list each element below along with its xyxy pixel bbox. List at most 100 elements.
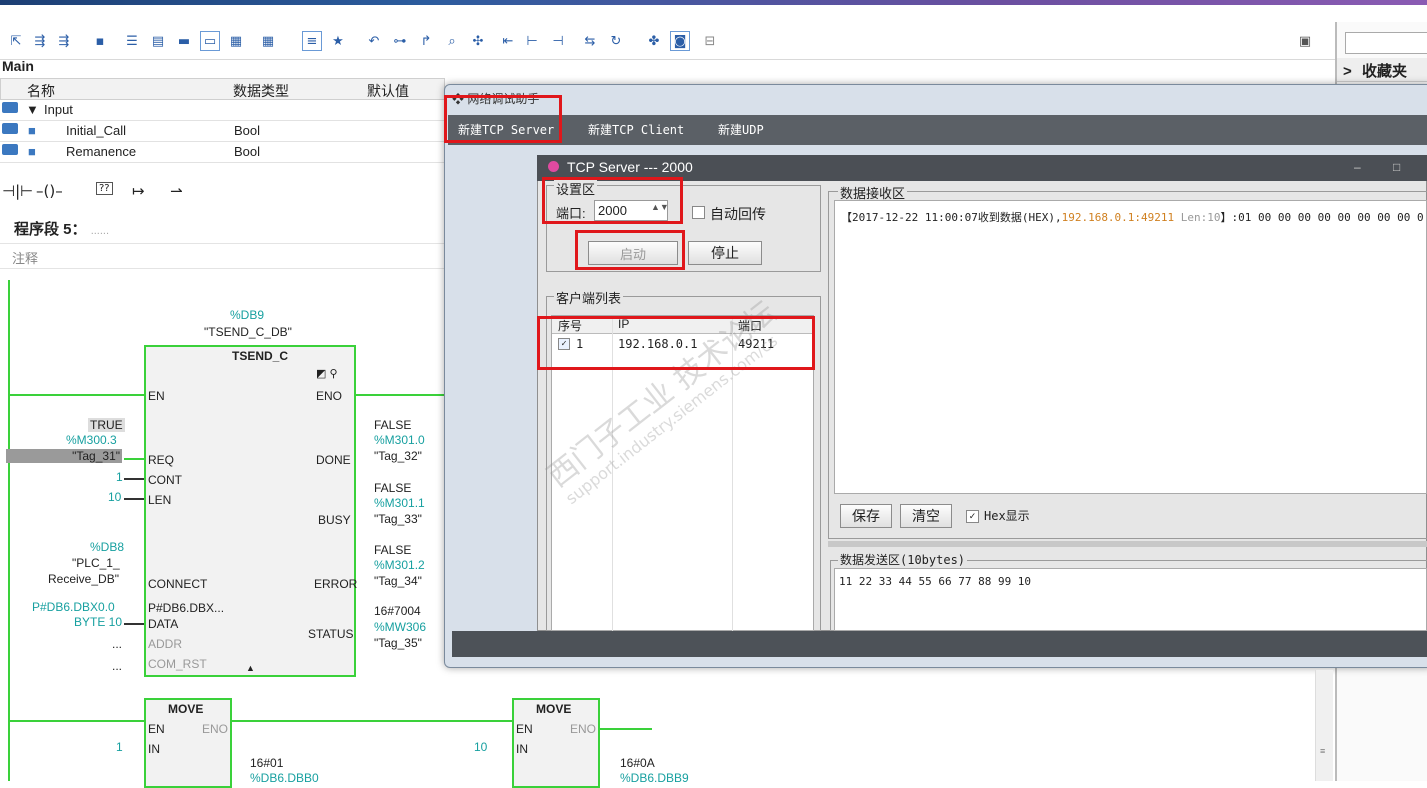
- receive-textarea[interactable]: 【2017-12-22 11:00:07收到数据(HEX),192.168.0.…: [834, 200, 1427, 494]
- auto-reply-label: 自动回传: [710, 206, 766, 222]
- clients-label: 客户端列表: [554, 288, 624, 307]
- open-branch-icon[interactable]: ↦: [132, 182, 145, 200]
- save-button[interactable]: 保存: [840, 504, 892, 528]
- move-out-value: 16#0A: [620, 756, 655, 770]
- comrst-value: ...: [112, 659, 123, 673]
- table-icon[interactable]: ▬: [174, 31, 194, 51]
- list-icon[interactable]: ☰: [122, 31, 142, 51]
- expand-icon[interactable]: ▼: [26, 102, 39, 117]
- pin-cont: CONT: [148, 473, 182, 487]
- pin-data: DATA: [148, 617, 179, 631]
- move-out-address: %DB6.DBB0: [250, 771, 319, 785]
- recv-ip: 192.168.0.1:49211: [1061, 211, 1175, 224]
- pin-icon[interactable]: ▪: [90, 31, 110, 51]
- editor-scrollbar[interactable]: ≡: [1315, 670, 1333, 781]
- move-icon[interactable]: ⇤: [498, 31, 518, 51]
- tcp-title: TCP Server --- 2000: [567, 159, 693, 175]
- network-comment[interactable]: 注释: [0, 243, 445, 269]
- highlight-client-row: [537, 316, 815, 370]
- pin-addr: ADDR: [148, 637, 183, 651]
- panel-toggle-icon[interactable]: ▣: [1295, 31, 1315, 51]
- coil-icon[interactable]: –()–: [36, 182, 63, 200]
- pin-in: IN: [516, 742, 528, 756]
- table-row[interactable]: ■ Remanence Bool: [0, 142, 445, 163]
- pin-eno: ENO: [316, 389, 343, 403]
- outdent-icon[interactable]: ⇶: [54, 31, 74, 51]
- pin-com-rst: COM_RST: [148, 657, 207, 671]
- goto-icon[interactable]: ↱: [416, 31, 436, 51]
- add-icon[interactable]: ⇱: [6, 31, 26, 51]
- expand-block-icon[interactable]: ▲: [246, 663, 255, 673]
- req-address: %M300.3: [66, 433, 117, 447]
- highlight-port-setting: [542, 177, 683, 224]
- pin-eno: ENO: [202, 722, 229, 736]
- insert-block-icon[interactable]: ▦: [258, 31, 278, 51]
- favorites-search-input[interactable]: [1345, 32, 1427, 54]
- tsend-c-block[interactable]: TSEND_C ◩ ⚲ EN ENO REQ CONT LEN CONNECT …: [144, 345, 357, 677]
- instance-db-name: "TSEND_C_DB": [204, 325, 292, 339]
- pin-connect: CONNECT: [148, 577, 208, 591]
- favorites-header[interactable]: > 收藏夹: [1337, 58, 1427, 82]
- collapse-icon[interactable]: ≡: [302, 31, 322, 51]
- pin-len: LEN: [148, 493, 172, 507]
- refresh-icon[interactable]: ↻: [606, 31, 626, 51]
- contact-no-icon[interactable]: ⊣|⊢: [2, 182, 33, 200]
- stop-button[interactable]: 停止: [688, 241, 762, 265]
- table-row[interactable]: ▼ Input: [0, 100, 445, 121]
- minimize-icon[interactable]: –: [1354, 160, 1361, 174]
- hex-label: Hex显示: [984, 509, 1030, 523]
- branch-icon[interactable]: ⊢: [522, 31, 542, 51]
- status-tag: "Tag_35": [374, 636, 422, 650]
- req-tag[interactable]: "Tag_31": [6, 449, 122, 463]
- maximize-icon[interactable]: □: [1393, 160, 1400, 174]
- monitor-icon[interactable]: ◙: [670, 31, 690, 51]
- auto-reply-checkbox[interactable]: [692, 206, 705, 219]
- network-title: 程序段 5： ......: [14, 218, 109, 239]
- scroll-grip-icon: ≡: [1320, 746, 1326, 756]
- pin-busy: BUSY: [318, 513, 351, 527]
- input-icon: [2, 144, 18, 155]
- branch2-icon[interactable]: ⊣: [548, 31, 568, 51]
- move-out-value: 16#01: [250, 756, 284, 770]
- find-icon[interactable]: ⌕: [442, 31, 462, 51]
- error-tag: "Tag_34": [374, 574, 422, 588]
- send-textarea[interactable]: 11 22 33 44 55 66 77 88 99 10: [834, 568, 1427, 631]
- indent-icon[interactable]: ⇶: [30, 31, 50, 51]
- wire: [8, 394, 146, 396]
- lock-icon[interactable]: ⊟: [700, 31, 720, 51]
- status-address: %MW306: [374, 620, 427, 634]
- jump-icon[interactable]: ↶: [364, 31, 384, 51]
- row-name: Input: [44, 102, 73, 117]
- move-block[interactable]: MOVE EN ENO IN: [512, 698, 600, 788]
- compare-icon[interactable]: ⇆: [580, 31, 600, 51]
- comment-icon[interactable]: ▭: [200, 31, 220, 51]
- stack-icon[interactable]: ✣: [468, 31, 488, 51]
- bullet-icon: ■: [28, 144, 36, 159]
- block-info-icon[interactable]: ◩ ⚲: [316, 367, 338, 380]
- expand-arrow-icon: >: [1343, 63, 1352, 80]
- tab-udp[interactable]: 新建UDP: [718, 121, 764, 138]
- wire: [124, 623, 144, 625]
- close-branch-icon[interactable]: ⇀: [170, 182, 183, 200]
- empty-box-icon[interactable]: ??: [96, 182, 113, 195]
- stop-icon[interactable]: ✤: [644, 31, 664, 51]
- tab-tcp-client[interactable]: 新建TCP Client: [588, 121, 684, 138]
- busy-address: %M301.1: [374, 496, 425, 510]
- favorites-title: 收藏夹: [1361, 63, 1407, 80]
- input-icon: [2, 102, 18, 113]
- addr-value: ...: [112, 637, 123, 651]
- block-name: TSEND_C: [232, 349, 289, 363]
- splitter[interactable]: [828, 541, 1427, 547]
- col-name: 名称: [27, 83, 55, 99]
- cont-value: 1: [116, 470, 123, 484]
- table-row[interactable]: ■ Initial_Call Bool: [0, 121, 445, 142]
- list2-icon[interactable]: ▤: [148, 31, 168, 51]
- move-block[interactable]: MOVE EN ENO IN: [144, 698, 232, 788]
- clear-button[interactable]: 清空: [900, 504, 952, 528]
- pin-eno: ENO: [570, 722, 597, 736]
- hex-checkbox[interactable]: ✓: [966, 510, 979, 523]
- link-icon[interactable]: ⊶: [390, 31, 410, 51]
- favorite-icon[interactable]: ★: [328, 31, 348, 51]
- power-rail: [8, 280, 10, 781]
- insert-network-icon[interactable]: ▦: [226, 31, 246, 51]
